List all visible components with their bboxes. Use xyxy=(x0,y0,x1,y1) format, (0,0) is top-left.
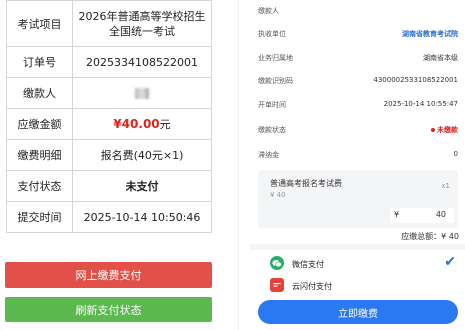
pay-online-button[interactable]: 网上缴费支付 xyxy=(5,262,212,288)
collecting-unit-key: 执收单位 xyxy=(258,30,286,38)
total-due: 应缴总额：¥ 40 xyxy=(401,232,459,241)
section-separator xyxy=(250,244,465,250)
payment-status-value: 未支付 xyxy=(72,170,212,202)
submit-time-value: 2025-10-14 10:50:46 xyxy=(72,201,212,233)
late-fee-key: 滞纳金 xyxy=(258,151,279,159)
amount-due-label: 应缴金额 xyxy=(6,108,73,140)
wechat-pay-label: 微信支付 xyxy=(292,260,324,269)
status-dot-icon xyxy=(431,128,435,132)
business-location-key: 业务归属地 xyxy=(258,54,293,62)
amount-unit: 元 xyxy=(159,118,171,131)
blurred-name xyxy=(135,88,149,99)
unionpay-label: 云闪付支付 xyxy=(292,282,332,291)
fee-detail-value: 报名费(40元×1) xyxy=(72,139,212,171)
fee-detail-label: 缴费明细 xyxy=(6,139,73,171)
payment-status-indicator: 未缴款 xyxy=(431,125,458,135)
issue-time-value: 2025-10-14 10:55:47 xyxy=(383,100,458,108)
checkmark-icon: ✔ xyxy=(444,254,456,270)
fee-item-card: 普通高考报名考试费 ¥ 40 x1 ¥ 40 xyxy=(258,170,458,228)
payer-value xyxy=(72,77,212,109)
business-location-value: 湖南省本级 xyxy=(423,54,458,62)
fee-item-price: ¥ 40 xyxy=(270,191,286,199)
payment-status-key: 缴款状态 xyxy=(258,126,286,134)
fee-amount-currency: ¥ xyxy=(394,210,400,219)
amount-number: ¥40.00 xyxy=(113,117,160,131)
order-number-label: 订单号 xyxy=(6,46,73,78)
unionpay-icon xyxy=(270,278,284,292)
late-fee-value: 0 xyxy=(453,150,458,158)
fee-item-title: 普通高考报名考试费 xyxy=(270,179,342,188)
payment-code-key: 缴款识别码 xyxy=(258,77,293,85)
wechat-pay-icon xyxy=(270,256,284,270)
payment-option-wechat[interactable]: 微信支付 ✔ xyxy=(270,254,460,272)
issue-time-key: 开单时间 xyxy=(258,101,286,109)
payment-code-value: 4300002533108522001 xyxy=(373,76,458,84)
order-number-value: 2025334108522001 xyxy=(72,46,212,78)
payer-key: 缴款人 xyxy=(258,7,279,15)
payment-panel: 缴款人 执收单位 湖南省教育考试院 业务归属地 湖南省本级 缴款识别码 4300… xyxy=(250,0,465,330)
exam-project-value: 2026年普通高等学校招生全国统一考试 xyxy=(72,0,212,47)
fee-amount-value: 40 xyxy=(435,210,446,219)
payment-status-label: 支付状态 xyxy=(6,170,73,202)
panel-divider xyxy=(238,0,239,330)
exam-project-label: 考试项目 xyxy=(6,0,73,47)
payment-option-unionpay[interactable]: 云闪付支付 xyxy=(270,278,460,294)
submit-time-label: 提交时间 xyxy=(6,201,73,233)
fee-amount-field[interactable]: ¥ 40 xyxy=(390,208,454,223)
order-table: 考试项目 2026年普通高等学校招生全国统一考试 订单号 20253341085… xyxy=(6,0,212,233)
order-info-panel: 考试项目 2026年普通高等学校招生全国统一考试 订单号 20253341085… xyxy=(0,0,218,330)
payer-label: 缴款人 xyxy=(6,77,73,109)
refresh-status-button[interactable]: 刷新支付状态 xyxy=(5,297,212,322)
fee-item-qty: x1 xyxy=(441,182,450,190)
payment-status-text: 未缴款 xyxy=(437,126,458,134)
pay-now-button[interactable]: 立即缴费 xyxy=(258,300,458,324)
amount-due-value: ¥40.00元 xyxy=(72,108,212,140)
collecting-unit-value: 湖南省教育考试院 xyxy=(402,30,458,38)
